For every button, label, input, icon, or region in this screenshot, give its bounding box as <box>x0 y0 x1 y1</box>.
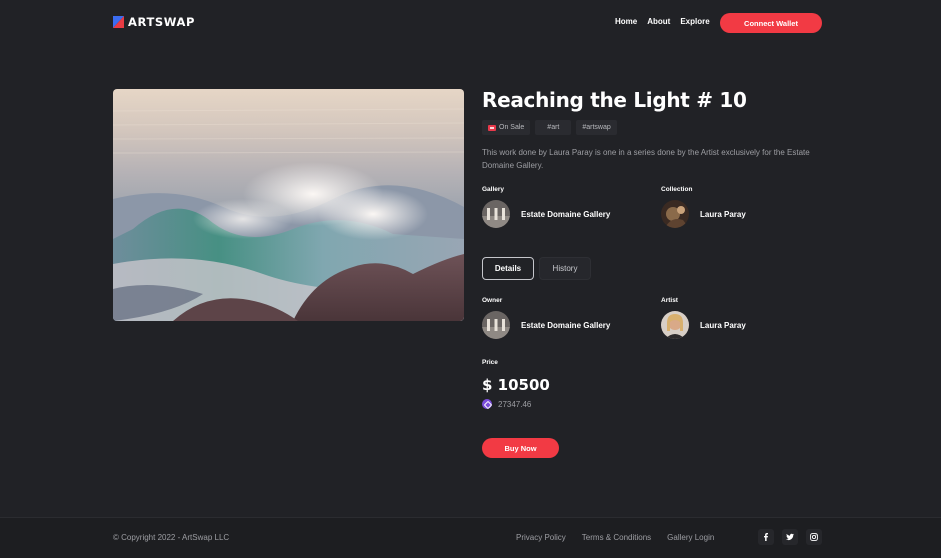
tab-details[interactable]: Details <box>482 257 534 280</box>
logo[interactable]: ARTSWAP <box>113 14 195 30</box>
owner-item[interactable]: Estate Domaine Gallery <box>482 311 610 339</box>
image-icon <box>488 124 496 131</box>
nav-home[interactable]: Home <box>615 17 637 26</box>
artist-label: Artist <box>661 297 678 304</box>
social-links <box>758 529 822 545</box>
tag-on-sale[interactable]: On Sale <box>482 120 531 135</box>
artwork-image <box>113 89 464 321</box>
buy-now-button[interactable]: Buy Now <box>482 438 559 458</box>
header: ARTSWAP Home About Explore Connect Walle… <box>0 0 941 46</box>
gallery-login-link[interactable]: Gallery Login <box>667 533 714 542</box>
logo-text: ARTSWAP <box>128 15 196 29</box>
artist-item[interactable]: Laura Paray <box>661 311 746 339</box>
footer-links: Privacy Policy Terms & Conditions Galler… <box>516 533 714 542</box>
artist-name: Laura Paray <box>700 320 746 330</box>
artwork-title: Reaching the Light # 10 <box>482 88 747 112</box>
price-usd: $ 10500 <box>482 376 550 394</box>
gallery-avatar <box>482 200 510 228</box>
owner-label: Owner <box>482 297 503 304</box>
artwork-description: This work done by Laura Paray is one in … <box>482 148 810 170</box>
artist-avatar <box>661 311 689 339</box>
twitter-icon[interactable] <box>782 529 798 545</box>
tag-artswap[interactable]: #artswap <box>576 120 617 135</box>
gallery-label: Gallery <box>482 186 505 193</box>
owner-avatar <box>482 311 510 339</box>
tab-history[interactable]: History <box>539 257 591 280</box>
collection-item[interactable]: Laura Paray <box>661 200 746 228</box>
facebook-icon[interactable] <box>758 529 774 545</box>
crypto-token-icon <box>482 399 492 409</box>
logo-mark-icon <box>113 16 124 28</box>
collection-name: Laura Paray <box>700 209 746 219</box>
tab-bar: Details History <box>482 257 591 280</box>
price-crypto: 27347.46 <box>482 399 531 409</box>
main-nav: Home About Explore <box>615 17 710 26</box>
tag-art[interactable]: #art <box>535 120 572 135</box>
nav-about[interactable]: About <box>647 17 670 26</box>
collection-label: Collection <box>661 186 693 193</box>
owner-name: Estate Domaine Gallery <box>521 320 611 330</box>
instagram-icon[interactable] <box>806 529 822 545</box>
collection-avatar <box>661 200 689 228</box>
terms-link[interactable]: Terms & Conditions <box>582 533 651 542</box>
crypto-amount: 27347.46 <box>498 399 532 409</box>
connect-wallet-button[interactable]: Connect Wallet <box>720 13 822 33</box>
price-label: Price <box>482 359 498 366</box>
footer: © Copyright 2022 - ArtSwap LLC Privacy P… <box>0 517 941 558</box>
privacy-policy-link[interactable]: Privacy Policy <box>516 533 566 542</box>
nav-explore[interactable]: Explore <box>680 17 709 26</box>
tag-list: On Sale #art #artswap <box>482 120 617 135</box>
gallery-item[interactable]: Estate Domaine Gallery <box>482 200 610 228</box>
gallery-name: Estate Domaine Gallery <box>521 209 611 219</box>
copyright-text: © Copyright 2022 - ArtSwap LLC <box>113 533 230 542</box>
tag-label: On Sale <box>499 124 525 131</box>
